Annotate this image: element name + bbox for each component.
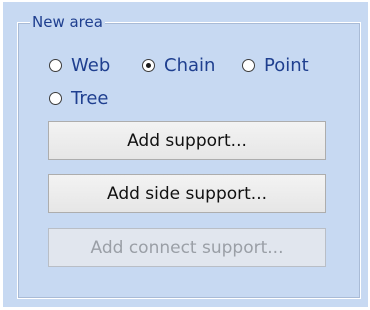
radio-tree[interactable]: Tree [49,87,109,109]
add-side-support-button[interactable]: Add side support... [48,174,326,213]
radio-web[interactable]: Web [49,54,110,76]
radio-chain[interactable]: Chain [142,54,215,76]
radio-web-label: Web [71,54,111,76]
add-connect-support-button: Add connect support... [48,228,326,267]
add-support-button[interactable]: Add support... [48,121,326,160]
radio-point-label: Point [264,54,309,76]
radio-tree-label: Tree [71,87,109,109]
radio-circle-icon [49,58,62,72]
new-area-panel: New area Web Chain Point Tree Add suppor… [3,2,368,307]
radio-checked-icon [142,58,155,72]
radio-circle-icon [242,58,255,72]
radio-point[interactable]: Point [242,54,309,76]
radio-circle-icon [49,91,62,105]
radio-chain-label: Chain [164,54,216,76]
group-title: New area [30,12,105,32]
